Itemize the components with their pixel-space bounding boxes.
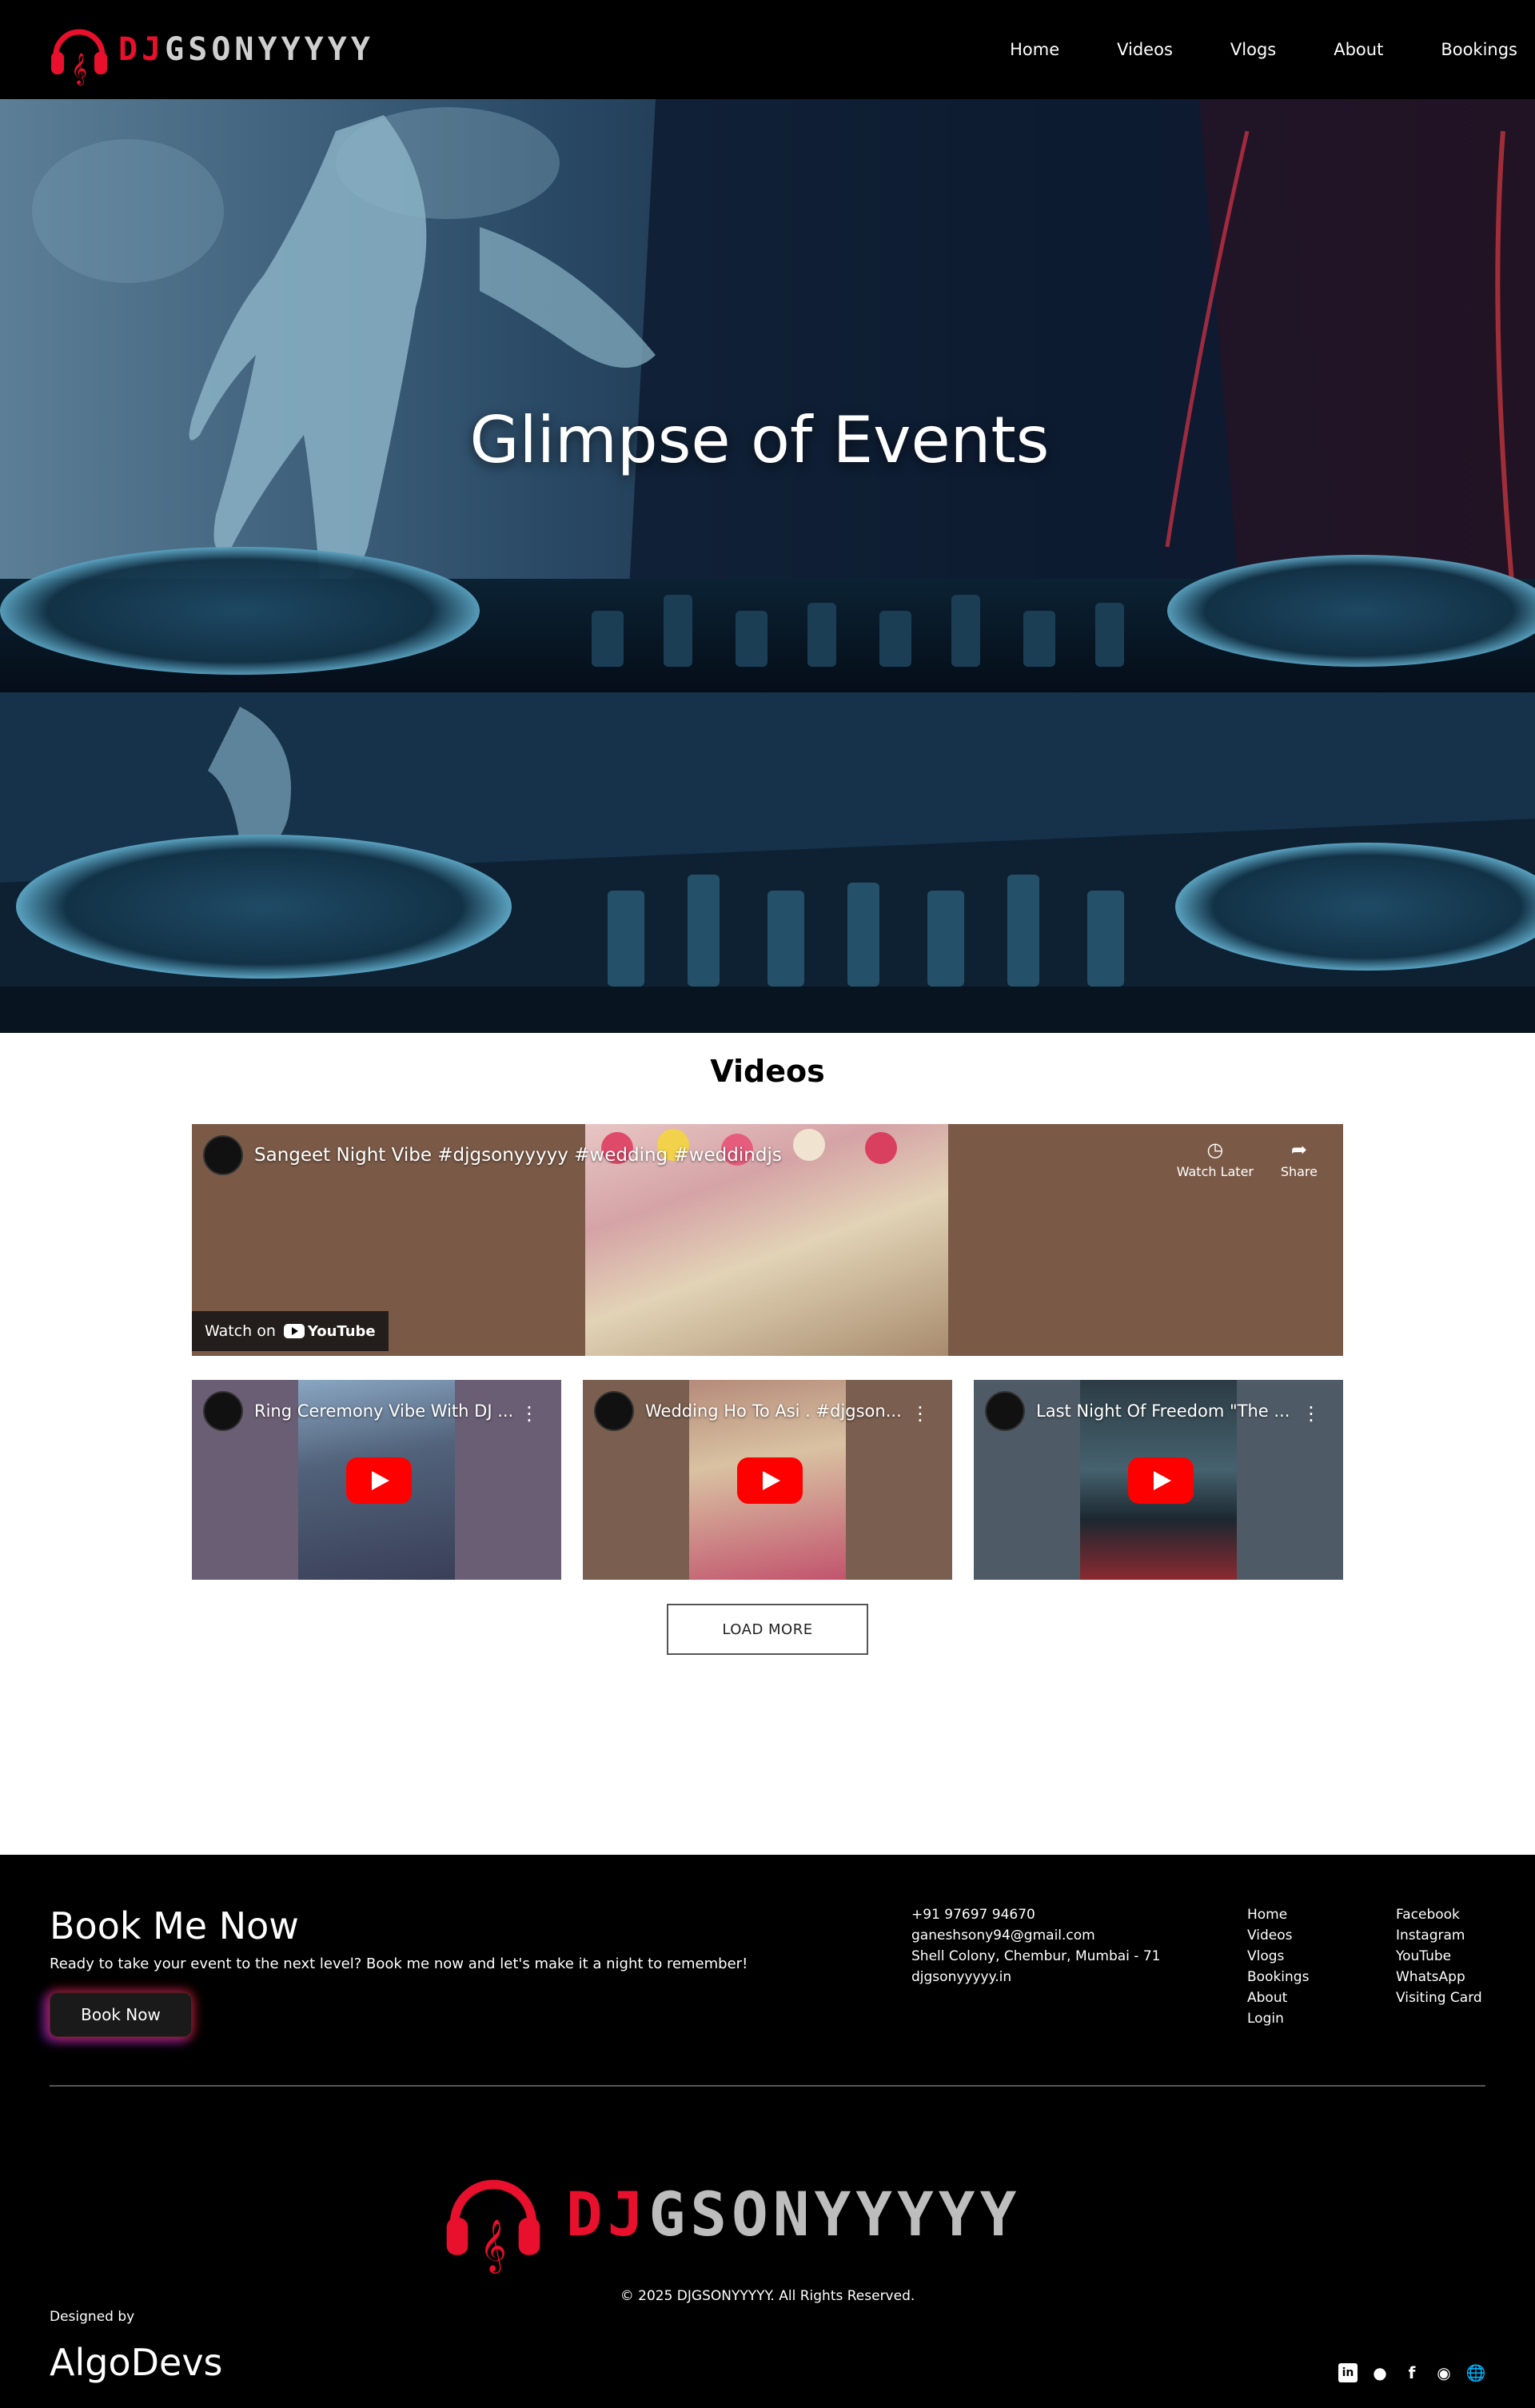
video-title[interactable]: Wedding Ho To Asi . #djgson... xyxy=(645,1401,902,1421)
share-button[interactable]: ➦ Share xyxy=(1281,1138,1318,1179)
channel-avatar[interactable] xyxy=(594,1391,634,1431)
site-logo[interactable]: 𝄞 DJGSONYYYYY xyxy=(48,14,374,86)
watch-later-button[interactable]: ◷ Watch Later xyxy=(1177,1138,1254,1179)
video-card[interactable]: Ring Ceremony Vibe With DJ ... ⋮ xyxy=(192,1380,561,1580)
play-button[interactable] xyxy=(737,1457,803,1504)
footer-link-vlogs[interactable]: Vlogs xyxy=(1247,1946,1309,1967)
video-title[interactable]: Ring Ceremony Vibe With DJ ... xyxy=(254,1401,513,1421)
watch-on-youtube-button[interactable]: Watch on YouTube xyxy=(192,1311,389,1351)
contact-website[interactable]: djgsonyyyyy.in xyxy=(911,1967,1160,1987)
contact-phone[interactable]: +91 97697 94670 xyxy=(911,1904,1160,1925)
headphones-logo-icon: 𝄞 xyxy=(446,2179,540,2274)
footer-link-whatsapp[interactable]: WhatsApp xyxy=(1396,1967,1482,1987)
share-icon: ➦ xyxy=(1290,1138,1307,1161)
video-card-header: Ring Ceremony Vibe With DJ ... xyxy=(203,1391,513,1431)
hero-banner: Glimpse of Events xyxy=(0,99,1535,1033)
featured-video-header: Sangeet Night Vibe #djgsonyyyyy #wedding… xyxy=(203,1135,782,1175)
instagram-icon[interactable]: ◉ xyxy=(1434,2363,1453,2382)
watch-later-label: Watch Later xyxy=(1176,1164,1254,1179)
footer-link-bookings[interactable]: Bookings xyxy=(1247,1967,1309,1987)
logo-wordmark: DJGSONYYYYY xyxy=(118,31,374,68)
book-me-subtitle: Ready to take your event to the next lev… xyxy=(50,1956,748,1972)
nav-vlogs[interactable]: Vlogs xyxy=(1202,40,1305,59)
more-options-icon[interactable]: ⋮ xyxy=(911,1402,930,1425)
hero-title: Glimpse of Events xyxy=(469,403,1050,477)
channel-avatar[interactable] xyxy=(203,1391,243,1431)
nav-home[interactable]: Home xyxy=(981,40,1088,59)
linkedin-icon[interactable]: in xyxy=(1338,2363,1358,2382)
book-me-title: Book Me Now xyxy=(50,1904,299,1948)
featured-video[interactable]: Sangeet Night Vibe #djgsonyyyyy #wedding… xyxy=(192,1124,1343,1356)
thumbnail-flower xyxy=(793,1129,825,1161)
share-label: Share xyxy=(1280,1164,1318,1179)
footer-link-instagram[interactable]: Instagram xyxy=(1396,1925,1482,1946)
video-card[interactable]: Last Night Of Freedom "The ... ⋮ xyxy=(974,1380,1343,1580)
logo-dj: DJ xyxy=(566,2178,649,2250)
logo-name: GSONYYYYY xyxy=(648,2178,1022,2250)
globe-icon[interactable]: 🌐 xyxy=(1466,2363,1486,2382)
play-button[interactable] xyxy=(346,1457,412,1504)
video-card-header: Last Night Of Freedom "The ... xyxy=(985,1391,1290,1431)
copyright-text: © 2025 DJGSONYYYYY. All Rights Reserved. xyxy=(620,2288,915,2304)
logo-name: GSONYYYYY xyxy=(165,31,374,68)
footer-link-login[interactable]: Login xyxy=(1247,2008,1309,2029)
footer-link-visiting-card[interactable]: Visiting Card xyxy=(1396,1987,1482,2008)
headphones-logo-icon: 𝄞 xyxy=(51,29,107,86)
footer-link-about[interactable]: About xyxy=(1247,1987,1309,2008)
svg-text:𝄞: 𝄞 xyxy=(480,2219,506,2274)
more-options-icon[interactable]: ⋮ xyxy=(1302,1402,1321,1425)
footer-site-links: Home Videos Vlogs Bookings About Login xyxy=(1247,1904,1309,2029)
nav-bookings[interactable]: Bookings xyxy=(1412,40,1535,59)
footer-logo: 𝄞 DJGSONYYYYY xyxy=(441,2151,1021,2277)
footer-link-youtube[interactable]: YouTube xyxy=(1396,1946,1482,1967)
site-header: 𝄞 DJGSONYYYYY Home Videos Vlogs About Bo… xyxy=(0,0,1535,99)
footer-link-facebook[interactable]: Facebook xyxy=(1396,1904,1482,1925)
footer-divider xyxy=(50,2085,1485,2087)
video-title[interactable]: Last Night Of Freedom "The ... xyxy=(1036,1401,1290,1421)
social-icons: in ● f ◉ 🌐 xyxy=(1338,2363,1485,2382)
youtube-wordmark: YouTube xyxy=(307,1322,376,1340)
videos-heading: Videos xyxy=(710,1054,825,1089)
channel-avatar[interactable] xyxy=(203,1135,243,1175)
contact-info: +91 97697 94670 ganeshsony94@gmail.com S… xyxy=(911,1904,1160,1987)
clock-icon: ◷ xyxy=(1206,1138,1224,1161)
footer-link-videos[interactable]: Videos xyxy=(1247,1925,1309,1946)
facebook-icon[interactable]: f xyxy=(1402,2363,1421,2382)
designer-name[interactable]: AlgoDevs xyxy=(50,2341,223,2384)
github-icon[interactable]: ● xyxy=(1370,2363,1389,2382)
contact-email[interactable]: ganeshsony94@gmail.com xyxy=(911,1925,1160,1946)
featured-video-title[interactable]: Sangeet Night Vibe #djgsonyyyyy #wedding… xyxy=(254,1145,782,1166)
load-more-button[interactable]: LOAD MORE xyxy=(667,1604,868,1655)
footer-link-home[interactable]: Home xyxy=(1247,1904,1309,1925)
youtube-logo-icon: YouTube xyxy=(283,1322,376,1340)
nav-about[interactable]: About xyxy=(1305,40,1412,59)
book-now-button[interactable]: Book Now xyxy=(50,1992,192,2037)
channel-avatar[interactable] xyxy=(985,1391,1025,1431)
youtube-play-icon xyxy=(283,1324,305,1338)
nav-videos[interactable]: Videos xyxy=(1088,40,1202,59)
logo-dj: DJ xyxy=(118,31,165,68)
more-options-icon[interactable]: ⋮ xyxy=(520,1402,539,1425)
site-footer: Book Me Now Ready to take your event to … xyxy=(0,1855,1535,2408)
main-nav: Home Videos Vlogs About Bookings xyxy=(981,40,1535,59)
video-card-header: Wedding Ho To Asi . #djgson... xyxy=(594,1391,902,1431)
play-button[interactable] xyxy=(1128,1457,1194,1504)
svg-text:𝄞: 𝄞 xyxy=(71,53,87,86)
video-card[interactable]: Wedding Ho To Asi . #djgson... ⋮ xyxy=(583,1380,952,1580)
watch-on-label: Watch on xyxy=(205,1322,276,1340)
thumbnail-flower xyxy=(865,1132,897,1164)
designed-by-label: Designed by xyxy=(50,2309,135,2325)
footer-social-links: Facebook Instagram YouTube WhatsApp Visi… xyxy=(1396,1904,1482,2008)
video-grid: Ring Ceremony Vibe With DJ ... ⋮ Wedding… xyxy=(192,1380,1343,1580)
footer-logo-wordmark: DJGSONYYYYY xyxy=(566,2179,1021,2250)
hero-dj-image xyxy=(0,99,1535,1033)
contact-address: Shell Colony, Chembur, Mumbai - 71 xyxy=(911,1948,1161,1964)
